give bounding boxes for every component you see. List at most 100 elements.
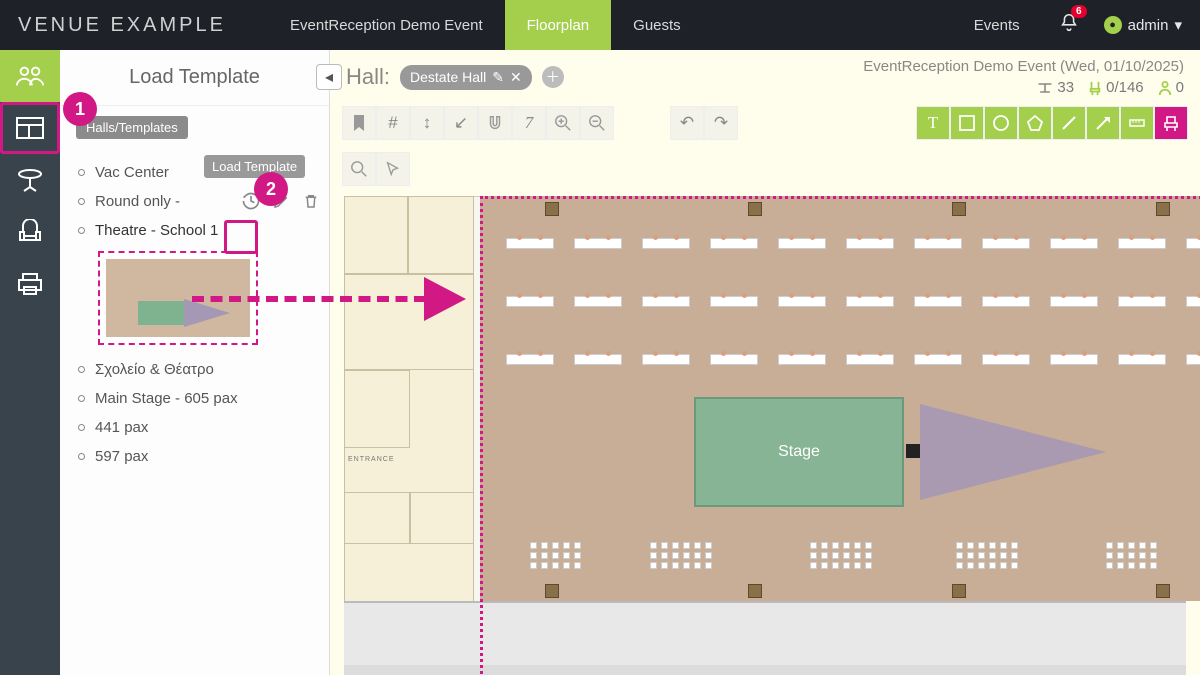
template-item[interactable]: Σχολείο & Θέατρο (74, 355, 321, 384)
template-item-active[interactable]: Theatre - School 1 (74, 216, 321, 245)
rail-guests[interactable] (0, 50, 60, 102)
template-list: Vac Center Round only - Load Template Th… (60, 154, 329, 471)
tool-furniture[interactable] (1154, 106, 1188, 140)
tool-arrow[interactable] (1086, 106, 1120, 140)
user-menu[interactable]: ● admin ▾ (1104, 16, 1182, 34)
canvas-area: ◂ Hall: Destate Hall ✎ ✕ ＋ EventReceptio… (330, 50, 1200, 675)
stat-seats: 0/146 (1088, 79, 1144, 96)
bookmark-icon (351, 114, 367, 132)
cursor-icon (384, 160, 402, 178)
tab-guests[interactable]: Guests (611, 0, 703, 50)
tab-event[interactable]: EventReception Demo Event (268, 0, 505, 50)
floorplan-canvas[interactable]: ENTRANCE Stage (330, 192, 1200, 675)
table-icon (1037, 81, 1053, 95)
caret-down-icon: ▾ (1174, 16, 1182, 34)
rail-templates[interactable] (0, 102, 60, 154)
tool-rect[interactable] (950, 106, 984, 140)
template-label: Theatre - School 1 (95, 222, 218, 239)
magnet-icon (486, 114, 504, 132)
canvas-toolbar: # ↕ ↙ 7 ↶ ↷ T (330, 100, 1200, 192)
tab-bar: EventReception Demo Event Floorplan Gues… (268, 0, 703, 50)
layout-icon (15, 116, 45, 140)
tool-search[interactable] (342, 152, 376, 186)
tab-floorplan[interactable]: Floorplan (505, 0, 612, 50)
template-label: Main Stage - 605 pax (95, 390, 238, 407)
template-item[interactable]: 597 pax (74, 442, 321, 471)
tool-zoom-out[interactable] (580, 106, 614, 140)
people-icon (15, 63, 45, 89)
trash-icon (302, 192, 320, 210)
tool-line[interactable] (1052, 106, 1086, 140)
template-label: Round only - (95, 193, 180, 210)
tool-dimensions[interactable]: ↕ (410, 106, 444, 140)
tool-grid[interactable]: # (376, 106, 410, 140)
tool-text[interactable]: T (916, 106, 950, 140)
search-icon (350, 160, 368, 178)
arrow-icon (1094, 114, 1112, 132)
annotation-highlight-box (224, 220, 258, 254)
chair-icon (1088, 80, 1102, 96)
stat-guests: 0 (1158, 79, 1184, 96)
tool-ruler[interactable] (1120, 106, 1154, 140)
zoom-out-icon (588, 114, 606, 132)
stat-tables: 33 (1037, 79, 1074, 96)
load-template-tooltip: Load Template (204, 155, 305, 178)
annotation-arrow-line (192, 296, 426, 302)
tool-pointer[interactable] (376, 152, 410, 186)
collapse-panel-button[interactable]: ◂ (316, 64, 342, 90)
tool-bookmark[interactable] (342, 106, 376, 140)
stage-label: Stage (778, 443, 820, 461)
template-item[interactable]: 441 pax (74, 413, 321, 442)
tab-events[interactable]: Events (960, 17, 1034, 34)
left-rail (0, 50, 60, 675)
entrance-label: ENTRANCE (348, 456, 395, 463)
template-label: Σχολείο & Θέατρο (95, 361, 214, 378)
hall-chip[interactable]: Destate Hall ✎ ✕ (400, 65, 532, 90)
rail-tables[interactable] (0, 154, 60, 206)
tool-snap[interactable]: ↙ (444, 106, 478, 140)
printer-icon (16, 271, 44, 297)
user-avatar-icon: ● (1104, 16, 1122, 34)
line-icon (1060, 114, 1078, 132)
circle-icon (992, 114, 1010, 132)
rail-furniture[interactable] (0, 206, 60, 258)
panel-title: Load Template (60, 50, 329, 106)
annotation-arrow-head (424, 277, 466, 321)
camera-shape[interactable] (906, 444, 920, 458)
template-label: Vac Center (95, 164, 169, 181)
armchair-icon (16, 219, 44, 245)
tool-polygon[interactable] (1018, 106, 1052, 140)
camera-cone (920, 404, 1106, 500)
top-nav: VENUE EXAMPLE EventReception Demo Event … (0, 0, 1200, 50)
table-round-icon (16, 167, 44, 193)
add-hall-button[interactable]: ＋ (542, 66, 564, 88)
template-label: 441 pax (95, 419, 148, 436)
annotation-marker-1: 1 (63, 92, 97, 126)
pentagon-icon (1026, 114, 1044, 132)
template-item[interactable]: Main Stage - 605 pax (74, 384, 321, 413)
tool-undo[interactable]: ↶ (670, 106, 704, 140)
rail-print[interactable] (0, 258, 60, 310)
ruler-icon (1128, 114, 1146, 132)
template-panel: Load Template Halls/Templates Vac Center… (60, 50, 330, 675)
close-icon[interactable]: ✕ (510, 69, 522, 86)
user-name: admin (1128, 17, 1169, 34)
tool-numbering[interactable]: 7 (512, 106, 546, 140)
tool-redo[interactable]: ↷ (704, 106, 738, 140)
canvas-header: Hall: Destate Hall ✎ ✕ ＋ EventReception … (330, 50, 1200, 100)
square-icon (958, 114, 976, 132)
notifications-button[interactable]: 6 (1058, 12, 1080, 39)
chair-fill-icon (1162, 114, 1180, 132)
tool-magnet[interactable] (478, 106, 512, 140)
brand-logo: VENUE EXAMPLE (18, 14, 258, 37)
annotation-marker-2: 2 (254, 172, 288, 206)
delete-template-button[interactable] (300, 190, 322, 212)
notification-count-badge: 6 (1071, 5, 1087, 18)
pencil-icon: ✎ (492, 69, 504, 86)
stage-shape[interactable]: Stage (694, 397, 904, 507)
person-icon (1158, 80, 1172, 96)
tool-zoom-in[interactable] (546, 106, 580, 140)
hall-label: Hall: (346, 64, 390, 90)
tool-circle[interactable] (984, 106, 1018, 140)
zoom-in-icon (554, 114, 572, 132)
